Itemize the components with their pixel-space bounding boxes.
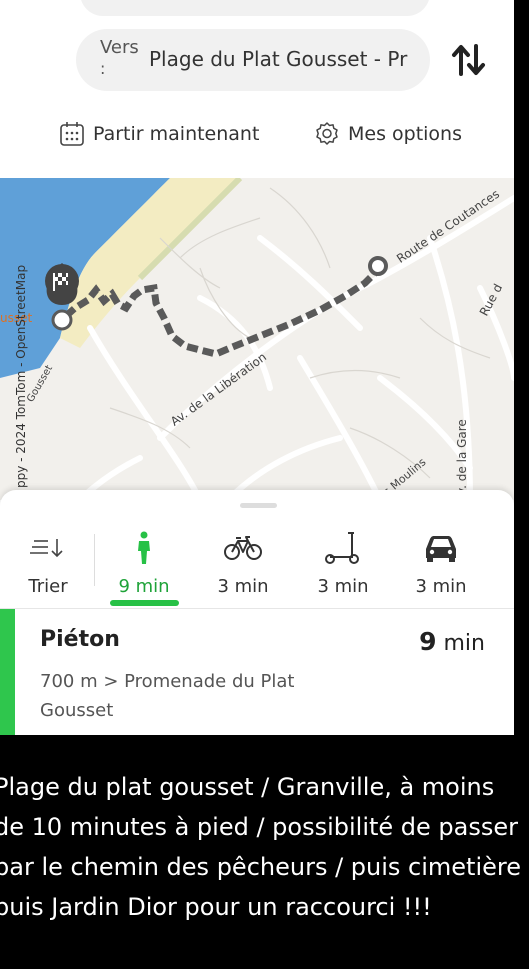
depart-now-label: Partir maintenant [93,123,260,145]
route-description: 700 m > Promenade du Plat Gousset [40,671,295,721]
route-accent-strip [0,609,15,735]
my-options-label: Mes options [348,123,462,145]
post-caption: Plage du plat gousset / Granville, à moi… [0,773,521,921]
depart-now-button[interactable]: Partir maintenant [59,116,259,152]
destination-field[interactable]: Vers : Plage du Plat Gousset - Pr [76,29,430,91]
mode-separator [94,534,95,586]
map-attribution: ppy - 2024 TomTom - OpenStreetMap [14,264,28,488]
origin-marker [368,256,388,276]
bicycle-icon [224,536,262,560]
origin-field[interactable] [80,0,430,16]
route-duration-value: 9 [419,627,437,656]
scooter-icon [325,532,359,564]
swap-arrows-icon [452,44,485,76]
car-time: 3 min [415,576,467,597]
tab-car[interactable]: 3 min [401,530,481,597]
tab-walk[interactable]: 9 min [104,530,184,597]
route-map[interactable]: Route de Coutances Rue d Av. de la Libér… [0,178,514,500]
destination-value[interactable]: Plage du Plat Gousset - Pr [149,47,411,71]
destination-prefix: Vers [100,37,139,58]
active-tab-indicator [110,600,179,606]
my-options-button[interactable]: Mes options [314,116,462,152]
sort-button[interactable]: Trier [8,530,88,597]
sheet-drag-handle[interactable] [240,503,277,508]
route-duration: 9 min [419,627,485,656]
walking-icon [138,531,150,564]
route-sheet: Trier 9 min 3 min 3 min 3 min Piéton 9 m… [0,490,514,735]
sort-label: Trier [28,576,68,597]
calendar-icon [60,122,84,146]
scooter-time: 3 min [317,576,369,597]
destination-colon: : [100,59,106,78]
tab-bike[interactable]: 3 min [203,530,283,597]
gear-icon [316,122,338,145]
tab-scooter[interactable]: 3 min [303,530,383,597]
street-label-gare: v. de la Gare [455,419,469,495]
app-screen: Vers : Plage du Plat Gousset - Pr Partir… [0,0,514,735]
bike-time: 3 min [217,576,269,597]
route-duration-unit: min [443,631,486,656]
walk-time: 9 min [118,576,170,597]
route-option-card[interactable]: Piéton 9 min 700 m > Promenade du Plat G… [0,609,514,735]
car-icon [426,536,456,562]
swap-direction-button[interactable] [451,40,487,80]
route-mode-title: Piéton [40,627,120,652]
sort-icon [30,539,63,558]
